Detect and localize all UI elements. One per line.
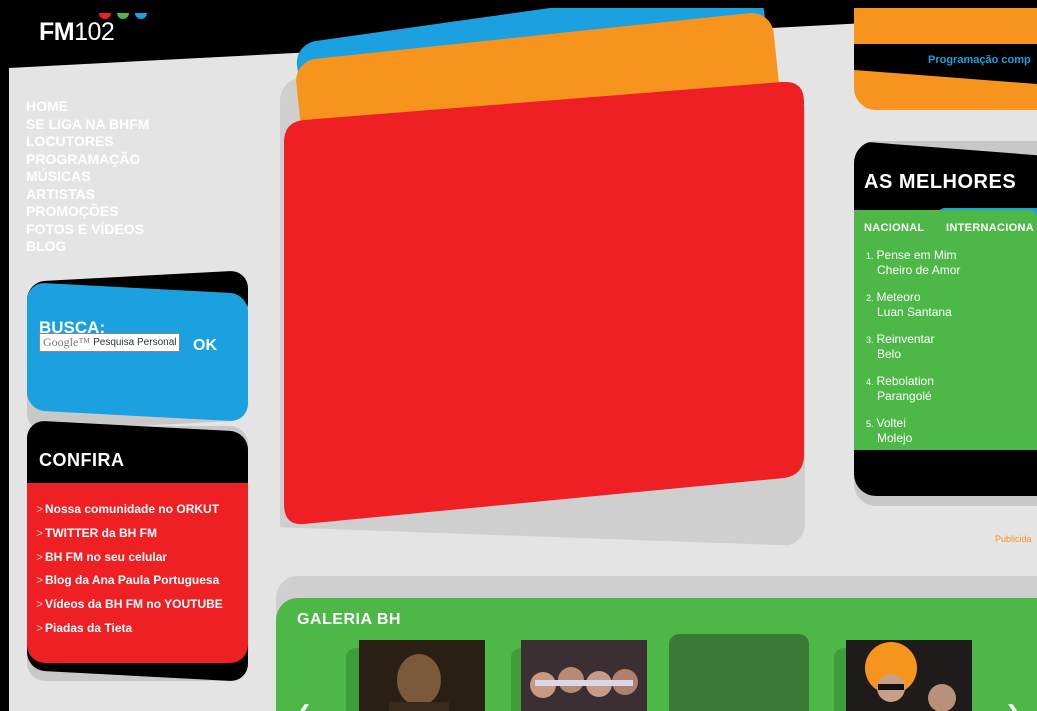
tab-nacional[interactable]: NACIONAL: [864, 222, 924, 234]
logo-bold: FM: [39, 18, 75, 46]
ranking-item[interactable]: 5. Voltei Molejo: [866, 416, 960, 458]
song-artist: Belo: [877, 347, 902, 361]
arrow-icon: >: [36, 597, 44, 612]
arrow-icon: >: [36, 549, 44, 564]
confira-link-piadas[interactable]: > Piadas da Tieta: [36, 617, 223, 641]
search-ok-button[interactable]: OK: [193, 337, 217, 355]
nav-blog[interactable]: BLOG: [26, 238, 149, 256]
song-artist: Parangolé: [877, 389, 932, 403]
nav-locutores[interactable]: LOCUTORES: [26, 133, 149, 151]
ranking-item[interactable]: 4. Rebolation Parangolé: [866, 374, 960, 416]
song-title: Rebolation: [876, 374, 934, 388]
arrow-icon: >: [36, 573, 44, 588]
tab-internacional[interactable]: INTERNACIONA: [946, 222, 1034, 234]
nav-fotos-videos[interactable]: FOTOS E VÍDEOS: [26, 221, 149, 239]
song-artist: Molejo: [877, 431, 913, 445]
confira-link-youtube[interactable]: > Vídeos da BH FM no YOUTUBE: [36, 593, 223, 617]
search-input[interactable]: Google™ Pesquisa Personal: [39, 333, 180, 352]
ranking-list: 1. Pense em Mim Cheiro de Amor 2. Meteoro …: [866, 248, 960, 458]
confira-link-blog[interactable]: > Blog da Ana Paula Portuguesa: [36, 569, 223, 593]
song-title: Voltei: [876, 416, 906, 430]
nav-promocoes[interactable]: PROMOÇÕES: [26, 203, 149, 221]
arrow-icon: >: [36, 525, 44, 540]
gallery-next-arrow[interactable]: ›: [1007, 692, 1018, 711]
gallery-photo[interactable]: [846, 640, 972, 711]
confira-link-twitter[interactable]: > TWITTER da BH FM: [36, 522, 223, 546]
song-title: Pense em Mim: [876, 248, 957, 262]
ranking-item[interactable]: 3. Reinventar Belo: [866, 332, 960, 374]
publicidade-label: Publicida: [995, 534, 1032, 544]
search-placeholder: Pesquisa Personal: [93, 337, 177, 348]
ranking-item[interactable]: 2. Meteoro Luan Santana: [866, 290, 960, 332]
logo-number: 102: [74, 18, 115, 46]
prog-orange-band: [854, 8, 1037, 44]
nav-se-liga[interactable]: SE LIGA NA BHFM: [26, 116, 149, 134]
confira-link-orkut[interactable]: > Nossa comunidade no ORKUT: [36, 498, 223, 522]
google-brand: Google™: [43, 335, 91, 349]
confira-title: CONFIRA: [39, 450, 125, 470]
nav-artistas[interactable]: ARTISTAS: [26, 186, 149, 204]
gallery-photo[interactable]: [521, 640, 647, 711]
nav-programacao[interactable]: PROGRAMAÇÃO: [26, 151, 149, 169]
confira-list: > Nossa comunidade no ORKUT > TWITTER da B…: [36, 498, 223, 641]
song-title: Reinventar: [876, 332, 935, 346]
gallery-placeholder[interactable]: [669, 634, 809, 711]
main-nav: HOME SE LIGA NA BHFM LOCUTORES PROGRAMAÇ…: [26, 98, 149, 256]
nav-musicas[interactable]: MÚSICAS: [26, 168, 149, 186]
arrow-icon: >: [36, 502, 44, 516]
site-logo[interactable]: FM102: [39, 18, 115, 47]
page: FM102 HOME SE LIGA NA BHFM LOCUTORES PRO…: [9, 8, 1037, 711]
arrow-icon: >: [36, 620, 44, 635]
gallery-prev-arrow[interactable]: ‹: [299, 692, 310, 711]
melhores-title: AS MELHORES: [864, 171, 1017, 193]
programacao-link[interactable]: Programação comp: [928, 54, 1031, 66]
song-artist: Cheiro de Amor: [877, 263, 961, 277]
nav-home[interactable]: HOME: [26, 98, 149, 116]
confira-link-celular[interactable]: > BH FM no seu celular: [36, 546, 223, 570]
galeria-title: GALERIA BH: [297, 611, 401, 628]
ranking-item[interactable]: 1. Pense em Mim Cheiro de Amor: [866, 248, 960, 290]
song-artist: Luan Santana: [877, 305, 952, 319]
gallery-photo[interactable]: [359, 640, 485, 711]
slide-card-red[interactable]: [282, 80, 806, 525]
song-title: Meteoro: [876, 290, 921, 304]
